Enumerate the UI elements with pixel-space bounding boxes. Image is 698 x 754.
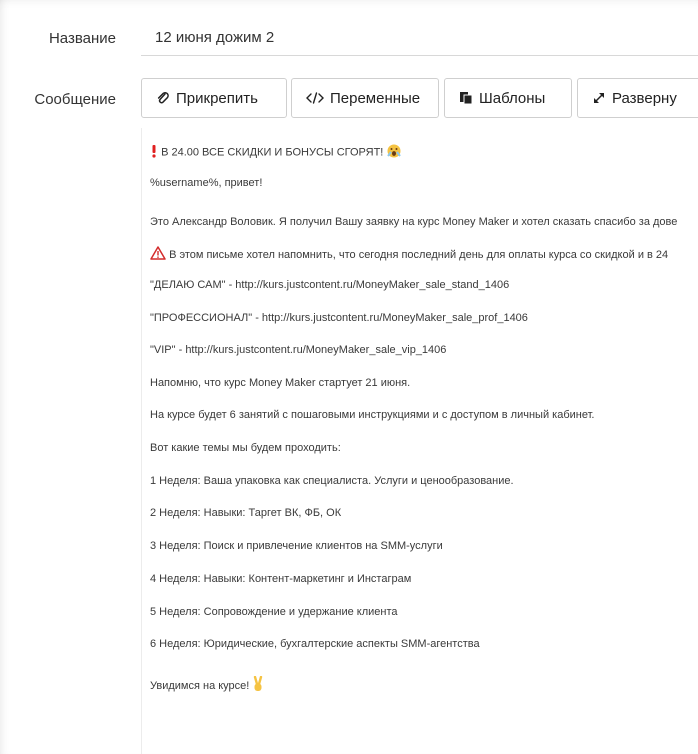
message-line: Это Александр Воловик. Я получил Вашу за…	[150, 216, 678, 228]
exclamation-icon	[150, 144, 158, 162]
attach-label: Прикрепить	[176, 89, 258, 107]
name-label: Название	[48, 30, 116, 47]
name-input[interactable]	[141, 20, 698, 56]
message-line: На курсе будет 6 занятий с пошаговыми ин…	[150, 409, 595, 421]
variables-label: Переменные	[330, 89, 421, 107]
paperclip-icon	[156, 91, 170, 105]
message-line: Напомню, что курс Money Maker стартует 2…	[150, 377, 411, 389]
message-line: В 24.00 ВСЕ СКИДКИ И БОНУСЫ СГОРЯТ!	[150, 143, 402, 162]
attach-button[interactable]: Прикрепить	[141, 78, 287, 118]
message-line: "ДЕЛАЮ САМ" - http://kurs.justcontent.ru…	[150, 279, 510, 291]
message-line: В этом письме хотел напомнить, что сегод…	[150, 246, 668, 264]
code-icon	[306, 91, 324, 105]
warning-icon	[150, 246, 166, 264]
message-editor[interactable]: В 24.00 ВСЕ СКИДКИ И БОНУСЫ СГОРЯТ! %use…	[141, 128, 698, 754]
message-line: 4 Неделя: Навыки: Контент-маркетинг и Ин…	[150, 573, 412, 585]
expand-label: Разверну	[612, 89, 677, 107]
message-line: 5 Неделя: Сопровождение и удержание клие…	[150, 606, 398, 618]
message-label: Сообщение	[34, 91, 116, 108]
message-line: "VIP" - http://kurs.justcontent.ru/Money…	[150, 344, 447, 356]
message-line: %username%, привет!	[150, 177, 263, 189]
message-line: 3 Неделя: Поиск и привлечение клиентов н…	[150, 540, 443, 552]
message-line: "ПРОФЕССИОНАЛ" - http://kurs.justcontent…	[150, 312, 528, 324]
message-line: 6 Неделя: Юридические, бухгалтерские асп…	[150, 638, 480, 650]
templates-label: Шаблоны	[479, 89, 546, 107]
message-line: 2 Неделя: Навыки: Таргет ВК, ФБ, ОК	[150, 507, 342, 519]
victory-hand-icon	[252, 675, 264, 696]
shocked-face-icon	[386, 143, 402, 162]
templates-icon	[459, 91, 473, 105]
message-line: 1 Неделя: Ваша упаковка как специалиста.…	[150, 475, 514, 487]
message-line: Увидимся на курсе!	[150, 675, 264, 696]
templates-button[interactable]: Шаблоны	[444, 78, 572, 118]
variables-button[interactable]: Переменные	[291, 78, 439, 118]
message-line: Вот какие темы мы будем проходить:	[150, 442, 341, 454]
expand-button[interactable]: Разверну	[577, 78, 698, 118]
expand-icon	[592, 91, 606, 105]
